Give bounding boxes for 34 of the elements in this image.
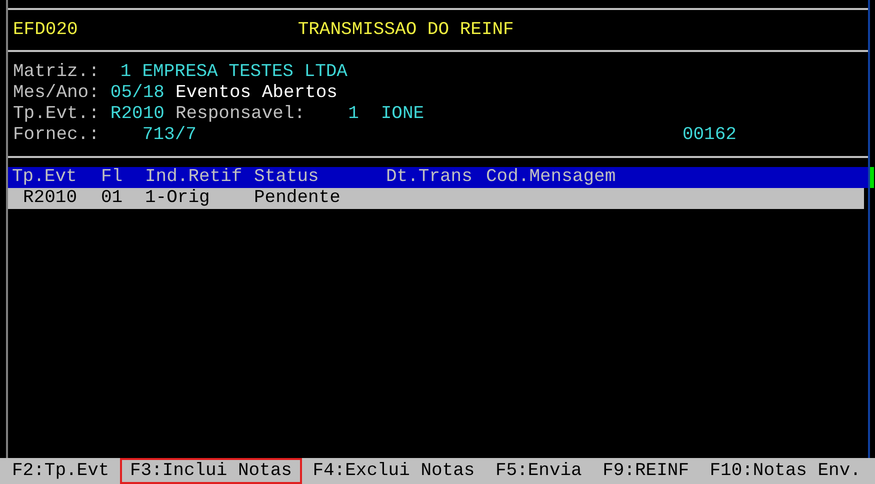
function-key[interactable]: F2:Tp.Evt: [2, 458, 120, 484]
company-code: 1: [120, 62, 132, 83]
supplier-value: 713/7: [142, 125, 196, 146]
table-cell: 1-Orig: [145, 188, 210, 209]
column-header: Tp.Evt: [11, 167, 78, 188]
table-row[interactable]: R2010 01 1-Orig Pendente: [8, 188, 864, 209]
responsible-name: IONE: [380, 104, 424, 125]
column-header: Fl: [100, 167, 124, 188]
period-status: Eventos Abertos: [175, 83, 338, 104]
table-cell: 01: [101, 188, 123, 209]
responsible-code: 1: [348, 104, 359, 125]
function-key[interactable]: F5:Envia: [485, 458, 592, 484]
column-header: Dt.Trans: [385, 167, 474, 188]
function-key[interactable]: F9:REINF: [592, 458, 699, 484]
screen-title: TRANSMISSAO DO REINF: [298, 20, 514, 40]
column-header: Cod.Mensagem: [485, 167, 617, 188]
column-header: Ind.Retif: [144, 167, 244, 188]
field-label: Fornec.:: [13, 125, 100, 146]
event-type-value: R2010: [110, 104, 164, 125]
program-code: EFD020: [13, 20, 78, 40]
field-label: Matriz.:: [13, 62, 100, 83]
field-label: Responsavel:: [175, 104, 306, 125]
column-header: Status: [253, 167, 320, 188]
cursor-marker: [870, 167, 874, 188]
period-value: 05/18: [110, 83, 164, 104]
record-counter: 00162: [682, 125, 736, 146]
function-key[interactable]: F4:Exclui Notas: [302, 458, 485, 484]
field-label: Mes/Ano:: [13, 83, 100, 104]
field-label: Tp.Evt.:: [13, 104, 100, 125]
table-cell: Pendente: [254, 188, 340, 209]
table-cell: R2010: [23, 188, 78, 209]
function-key[interactable]: F3:Inclui Notas: [120, 458, 302, 484]
company-name: EMPRESA TESTES LTDA: [142, 62, 348, 83]
function-key[interactable]: F10:Notas Env.: [700, 458, 871, 484]
